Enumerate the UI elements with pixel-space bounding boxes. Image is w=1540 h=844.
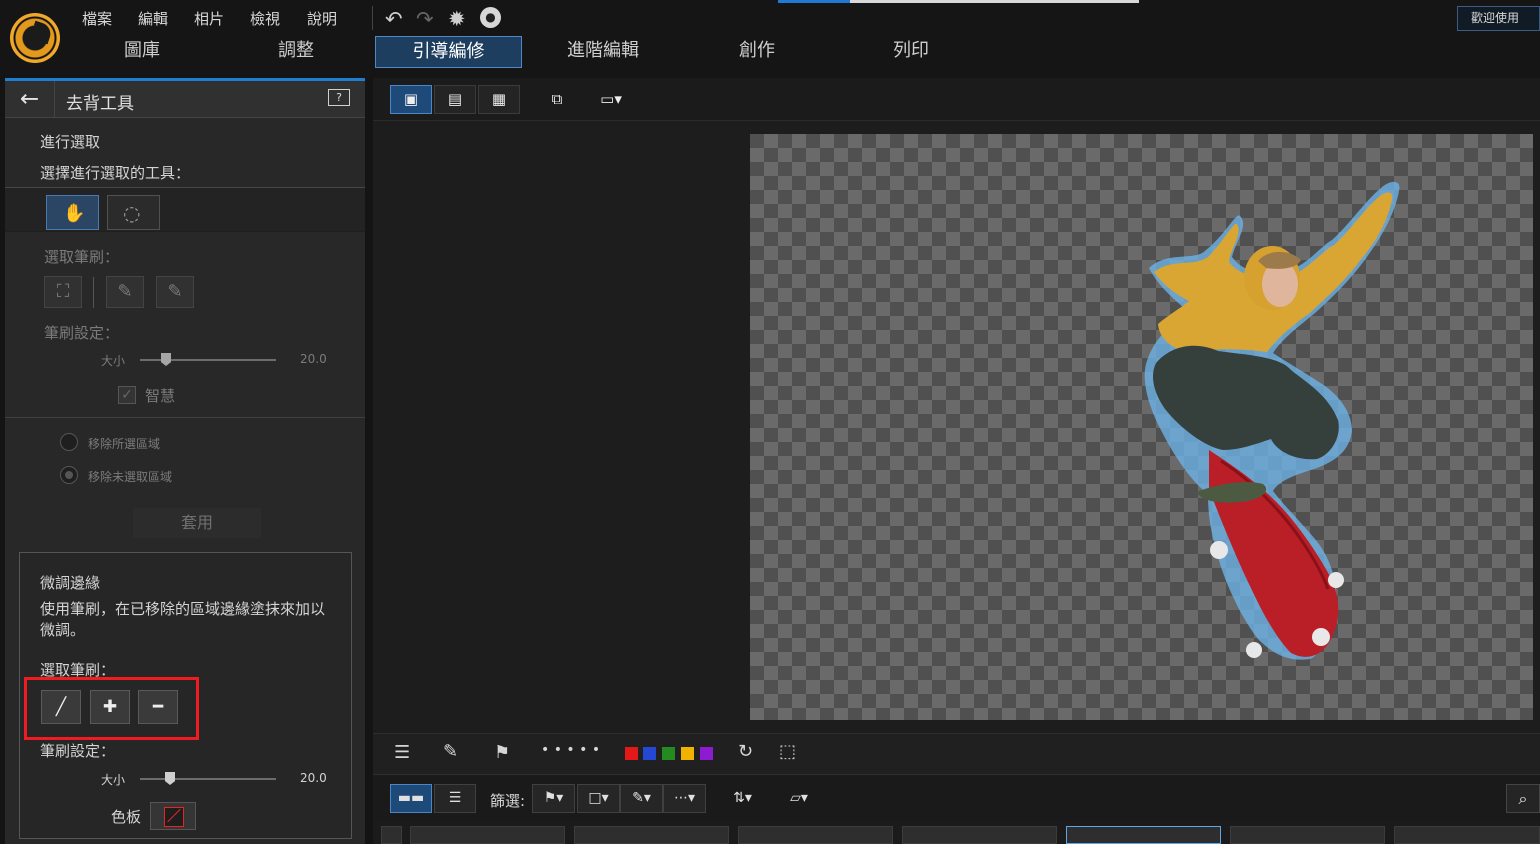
- thumbnail-slot[interactable]: [738, 826, 893, 844]
- sort-button[interactable]: ⇅▾: [723, 784, 762, 813]
- tab-create[interactable]: 創作: [702, 36, 812, 68]
- brush-settings-label: 筆刷設定：: [44, 324, 120, 342]
- undo-icon[interactable]: ↶: [385, 7, 403, 31]
- monitor-icon[interactable]: ▭▾: [592, 85, 630, 114]
- divider: [5, 417, 365, 418]
- tab-print[interactable]: 列印: [856, 36, 966, 68]
- refresh-icon[interactable]: ↻: [738, 741, 753, 762]
- apply-button[interactable]: 套用: [133, 508, 261, 538]
- thumbnail-slot[interactable]: [574, 826, 729, 844]
- flag-icon[interactable]: ⚑: [494, 742, 510, 763]
- edit-filter-button[interactable]: ✎▾: [620, 784, 663, 813]
- filter-label: 篩選:: [490, 792, 526, 810]
- brush-add-icon[interactable]: ✎: [106, 276, 144, 308]
- highlight-box: [24, 677, 199, 740]
- thumbnail-slot-active[interactable]: [1066, 826, 1221, 844]
- refine-size-label: 大小: [101, 773, 126, 787]
- toolbar-divider: [372, 6, 373, 30]
- edit-brush-icon[interactable]: ✎: [443, 741, 458, 762]
- blue-label-swatch[interactable]: [643, 747, 656, 760]
- remove-unselected-radio[interactable]: [60, 466, 78, 484]
- yellow-label-swatch[interactable]: [681, 747, 694, 760]
- menu-help[interactable]: 說明: [307, 8, 337, 29]
- fit-screen-icon[interactable]: ⬚: [779, 741, 796, 762]
- more-filter-button[interactable]: ⋯▾: [663, 784, 706, 813]
- size-label: 大小: [101, 354, 126, 368]
- skateboarder-image: [1144, 181, 1400, 660]
- selection-section-title: 進行選取: [40, 133, 101, 151]
- settings-icon[interactable]: ✹: [448, 7, 466, 31]
- auto-select-icon[interactable]: ⛶: [44, 276, 82, 308]
- size-value: 20.0: [300, 352, 327, 366]
- back-arrow-icon[interactable]: ←: [5, 81, 55, 118]
- brush-subtract-icon[interactable]: ✎: [156, 276, 194, 308]
- refine-title: 微調邊緣: [40, 574, 101, 592]
- refine-brush-settings-label: 筆刷設定：: [40, 742, 116, 760]
- compare-display-button[interactable]: ⧉: [536, 85, 578, 114]
- selection-section-subtitle: 選擇進行選取的工具：: [40, 164, 191, 182]
- help-icon[interactable]: ?: [328, 89, 350, 106]
- tab-advanced-edit[interactable]: 進階編輯: [548, 36, 658, 68]
- tab-library[interactable]: 圖庫: [87, 36, 197, 68]
- divider: [5, 231, 365, 232]
- display-options-button[interactable]: ▱▾: [782, 784, 816, 813]
- filmstrip-view-button[interactable]: ▬▬: [390, 784, 432, 813]
- color-palette-icon[interactable]: [150, 802, 196, 830]
- panel-header: ← 去背工具 ?: [5, 81, 365, 118]
- lasso-tab[interactable]: ◌: [107, 195, 160, 230]
- remove-selected-radio[interactable]: [60, 433, 78, 451]
- smart-brush-tab[interactable]: ✋: [46, 195, 99, 230]
- red-label-swatch[interactable]: [625, 747, 638, 760]
- panel-title: 去背工具: [66, 94, 134, 114]
- search-icon[interactable]: ⌕: [1506, 784, 1540, 813]
- divider: [93, 277, 94, 308]
- rotate-stack-icon[interactable]: ☰: [394, 742, 410, 763]
- tab-guided-edit[interactable]: 引導編修: [375, 36, 522, 68]
- redo-icon[interactable]: ↷: [416, 7, 434, 31]
- progress-track: [850, 0, 1139, 3]
- remove-unselected-label: 移除未選取區域: [88, 470, 173, 484]
- refine-description: 使用筆刷，在已移除的區域邊緣塗抹來加以微調。: [40, 600, 326, 639]
- size-slider-track[interactable]: [140, 359, 276, 361]
- grid-view-button[interactable]: ▦: [478, 85, 520, 114]
- menu-photo[interactable]: 相片: [194, 8, 224, 29]
- lasso-icon: ◌: [123, 201, 141, 225]
- thumbnail-slot[interactable]: [381, 826, 402, 844]
- welcome-button[interactable]: 歡迎使用: [1457, 6, 1540, 31]
- tab-adjust[interactable]: 調整: [241, 36, 351, 68]
- purple-label-swatch[interactable]: [700, 747, 713, 760]
- notification-icon[interactable]: ●: [480, 7, 501, 28]
- thumbnail-slot[interactable]: [902, 826, 1057, 844]
- menu-edit[interactable]: 編輯: [138, 8, 168, 29]
- rating-dots-icon[interactable]: • • • • •: [541, 742, 600, 758]
- list-view-button[interactable]: ☰: [434, 784, 476, 813]
- progress-indicator: [778, 0, 850, 3]
- thumbnail-slot[interactable]: [1230, 826, 1385, 844]
- shape-filter-button[interactable]: □▾: [577, 784, 620, 813]
- smart-brush-icon: ✋: [63, 203, 86, 224]
- remove-selected-label: 移除所選區域: [88, 437, 161, 451]
- thumbnail-slot[interactable]: [1394, 826, 1540, 844]
- thumbnail-slot[interactable]: [410, 826, 565, 844]
- menu-view[interactable]: 檢視: [250, 8, 280, 29]
- refine-size-slider-track[interactable]: [140, 778, 276, 780]
- menu-file[interactable]: 檔案: [82, 8, 112, 29]
- refine-size-value: 20.0: [300, 771, 327, 785]
- app-logo-icon[interactable]: [10, 13, 60, 63]
- palette-label: 色板: [111, 808, 142, 826]
- smart-checkbox[interactable]: ✓: [118, 386, 136, 404]
- flag-filter-button[interactable]: ⚑▾: [532, 784, 575, 813]
- select-brush-label: 選取筆刷：: [44, 248, 120, 266]
- single-view-button[interactable]: ▤: [434, 85, 476, 114]
- compare-view-button[interactable]: ▣: [390, 85, 432, 114]
- green-label-swatch[interactable]: [662, 747, 675, 760]
- smart-label: 智慧: [145, 387, 176, 405]
